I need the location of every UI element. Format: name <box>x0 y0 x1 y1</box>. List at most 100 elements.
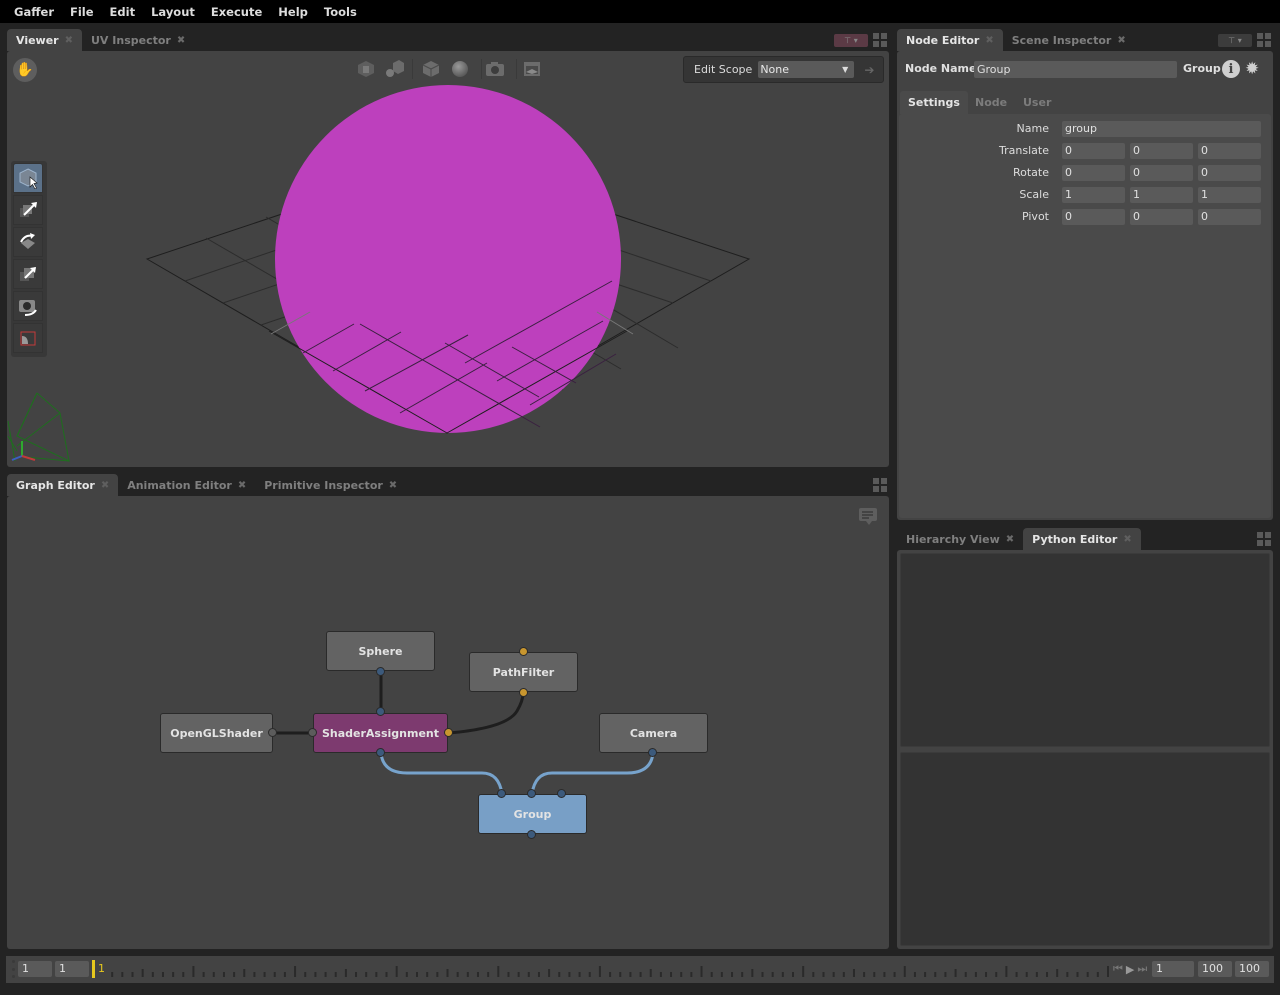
info-icon[interactable]: i <box>1222 60 1240 78</box>
tab-scene-inspector[interactable]: Scene Inspector ✖ <box>1003 29 1135 51</box>
lighting-icon[interactable] <box>450 59 470 79</box>
rotate-x-input[interactable]: 0 <box>1062 165 1125 181</box>
plug-pathfilter-in[interactable] <box>519 647 528 656</box>
plug-shaderassignment-in[interactable] <box>376 707 385 716</box>
menu-edit[interactable]: Edit <box>102 5 144 19</box>
plug-shaderassignment-shader[interactable] <box>308 728 317 737</box>
drag-handle-icon[interactable] <box>12 960 15 978</box>
rotate-y-input[interactable]: 0 <box>1130 165 1193 181</box>
translate-z-input[interactable]: 0 <box>1198 143 1261 159</box>
gnomon-grid-icon[interactable] <box>522 59 542 79</box>
scale-tool-button[interactable] <box>13 259 43 289</box>
timeline-end-input[interactable]: 100 <box>1235 961 1269 977</box>
crop-window-tool-button[interactable] <box>13 323 43 353</box>
plug-camera-out[interactable] <box>648 748 657 757</box>
menu-layout[interactable]: Layout <box>143 5 203 19</box>
node-pathfilter[interactable]: PathFilter <box>469 652 578 692</box>
node-label: Group <box>513 807 552 821</box>
expansion-icon[interactable] <box>356 59 376 79</box>
pivot-y-input[interactable]: 0 <box>1130 209 1193 225</box>
camera-icon[interactable] <box>485 59 505 79</box>
edit-scope-dropdown[interactable]: None ▼ <box>758 61 855 78</box>
node-name-input[interactable]: Group <box>974 61 1177 78</box>
menu-file[interactable]: File <box>62 5 102 19</box>
plug-pathfilter-out[interactable] <box>519 688 528 697</box>
plug-shaderassignment-out[interactable] <box>376 748 385 757</box>
translate-x-input[interactable]: 0 <box>1062 143 1125 159</box>
plug-group-in0[interactable] <box>497 789 506 798</box>
tab-python-editor[interactable]: Python Editor ✖ <box>1023 528 1141 550</box>
viewport-3d[interactable] <box>7 51 889 467</box>
playback-end-input[interactable]: 100 <box>1198 961 1232 977</box>
tab-uv-inspector[interactable]: UV Inspector ✖ <box>82 29 194 51</box>
subtab-node[interactable]: Node <box>967 91 1015 114</box>
navigate-arrow-icon[interactable]: ➔ <box>864 63 874 77</box>
rotate-tool-button[interactable] <box>13 227 43 257</box>
node-camera[interactable]: Camera <box>599 713 708 753</box>
scale-z-input[interactable]: 1 <box>1198 187 1261 203</box>
camera-tool-button[interactable] <box>13 291 43 321</box>
plug-sphere-out[interactable] <box>376 667 385 676</box>
subtab-settings[interactable]: Settings <box>900 91 968 114</box>
tab-hierarchy-view[interactable]: Hierarchy View ✖ <box>897 528 1023 550</box>
translate-y-input[interactable]: 0 <box>1130 143 1193 159</box>
attribute-selection-icon[interactable] <box>385 59 405 79</box>
hand-pan-icon[interactable]: ✋ <box>13 58 37 82</box>
current-frame-input[interactable]: 1 <box>1152 961 1194 977</box>
tab-primitive-inspector[interactable]: Primitive Inspector ✖ <box>255 474 406 496</box>
subtab-user[interactable]: User <box>1015 91 1059 114</box>
close-icon[interactable]: ✖ <box>1123 534 1131 545</box>
pivot-x-input[interactable]: 0 <box>1062 209 1125 225</box>
menu-tools[interactable]: Tools <box>316 5 365 19</box>
python-input-area[interactable] <box>900 752 1270 946</box>
scale-y-input[interactable]: 1 <box>1130 187 1193 203</box>
timeline-start-input[interactable]: 1 <box>18 961 52 977</box>
layout-menu-button[interactable] <box>1257 33 1271 47</box>
editor-focus-menu-button[interactable]: ⊤ ▾ <box>834 34 868 47</box>
layout-menu-button[interactable] <box>873 478 887 492</box>
tab-graph-editor[interactable]: Graph Editor ✖ <box>7 474 119 496</box>
menu-execute[interactable]: Execute <box>203 5 270 19</box>
node-shaderassignment[interactable]: ShaderAssignment <box>313 713 448 753</box>
plug-openglshader-out[interactable] <box>268 728 277 737</box>
node-group[interactable]: Group <box>478 794 587 834</box>
current-frame-cursor[interactable] <box>92 960 95 978</box>
close-icon[interactable]: ✖ <box>65 35 73 46</box>
skip-start-icon[interactable]: ⏮ <box>1113 962 1123 976</box>
plug-group-in2[interactable] <box>557 789 566 798</box>
close-icon[interactable]: ✖ <box>1006 534 1014 545</box>
plug-shaderassignment-filter[interactable] <box>444 728 453 737</box>
layout-menu-button[interactable] <box>1257 532 1271 546</box>
plug-group-in1[interactable] <box>527 789 536 798</box>
close-icon[interactable]: ✖ <box>985 35 993 46</box>
scale-x-input[interactable]: 1 <box>1062 187 1125 203</box>
menu-help[interactable]: Help <box>270 5 316 19</box>
pivot-z-input[interactable]: 0 <box>1198 209 1261 225</box>
python-output-area[interactable] <box>900 553 1270 747</box>
gear-icon[interactable]: ✹ <box>1245 59 1259 79</box>
close-icon[interactable]: ✖ <box>101 480 109 491</box>
menu-gaffer[interactable]: Gaffer <box>6 5 62 19</box>
playback-start-input[interactable]: 1 <box>55 961 89 977</box>
rotate-z-input[interactable]: 0 <box>1198 165 1261 181</box>
layout-menu-button[interactable] <box>873 33 887 47</box>
tab-viewer[interactable]: Viewer ✖ <box>7 29 82 51</box>
close-icon[interactable]: ✖ <box>238 480 246 491</box>
skip-end-icon[interactable]: ⏭ <box>1137 962 1147 976</box>
tab-node-editor[interactable]: Node Editor ✖ <box>897 29 1003 51</box>
plug-group-out[interactable] <box>527 830 536 839</box>
close-icon[interactable]: ✖ <box>177 35 185 46</box>
timeline-ruler[interactable] <box>100 960 1112 980</box>
node-sphere[interactable]: Sphere <box>326 631 435 671</box>
selection-tool-button[interactable] <box>13 163 43 193</box>
tab-animation-editor[interactable]: Animation Editor ✖ <box>118 474 255 496</box>
close-icon[interactable]: ✖ <box>1117 35 1125 46</box>
node-openglshader[interactable]: OpenGLShader <box>160 713 273 753</box>
graph-editor-panel[interactable]: Sphere PathFilter OpenGLShader ShaderAss… <box>7 496 889 949</box>
name-input[interactable]: group <box>1062 121 1261 137</box>
editor-focus-menu-button[interactable]: ⊤ ▾ <box>1218 34 1252 47</box>
shading-mode-icon[interactable] <box>421 59 441 79</box>
close-icon[interactable]: ✖ <box>389 480 397 491</box>
play-icon[interactable]: ▶ <box>1126 963 1134 976</box>
translate-tool-button[interactable] <box>13 195 43 225</box>
